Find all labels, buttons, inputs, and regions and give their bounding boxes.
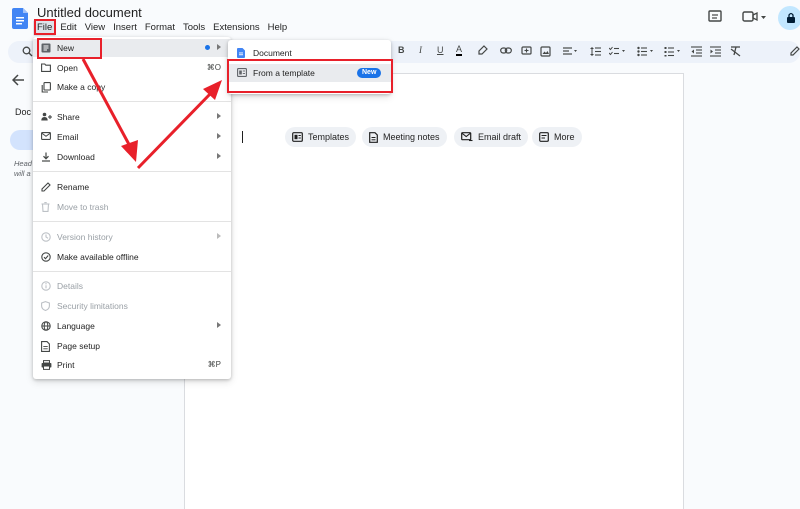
annotation-arrow-down: [81, 58, 134, 151]
annotation-arrowhead-down: [121, 140, 138, 162]
annotation-arrows: [81, 58, 222, 170]
annotation-arrow-up: [136, 90, 214, 170]
